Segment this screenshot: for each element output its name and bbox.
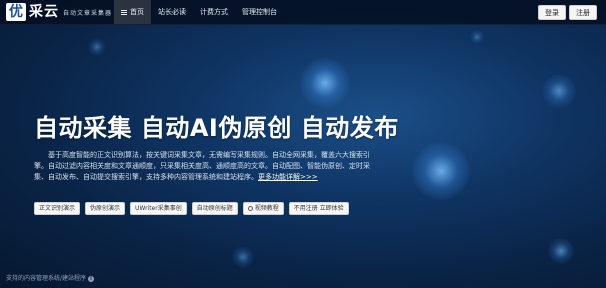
bokeh-light — [300, 58, 350, 108]
nav-item-must-read[interactable]: 站长必读 — [151, 0, 193, 24]
tag-video-tutorial[interactable]: 视频教程 — [242, 202, 284, 215]
login-button[interactable]: 登录 — [538, 5, 566, 20]
more-features-link[interactable]: 更多功能详解>>> — [258, 173, 318, 181]
bokeh-light — [542, 74, 576, 108]
tag-label: 视频教程 — [254, 205, 279, 212]
tag-try-now[interactable]: 不用注册 立即体验 — [288, 202, 349, 215]
bokeh-light — [412, 142, 470, 200]
register-button[interactable]: 注册 — [569, 5, 597, 20]
logo-badge: 优 — [6, 3, 26, 21]
supported-cms-label: 支持的内容管理系统/建站程序 — [6, 275, 87, 282]
hero-description: 基于高度智能的正文识别算法，按关键词采集文章，无需编写采集规则。自动全网采集，覆… — [34, 150, 370, 183]
nav-item-label: 计费方式 — [200, 8, 228, 16]
nav-item-label: 首页 — [130, 8, 144, 16]
site-slogan: 自动文章采集器 — [63, 10, 113, 17]
site-logo[interactable]: 优 采云 — [6, 3, 59, 21]
logo-name: 采云 — [29, 4, 59, 20]
tag-uwriter[interactable]: UWriter采集事创 — [130, 202, 187, 215]
play-circle-icon — [247, 206, 253, 211]
hero-headline: 自动采集 自动AI伪原创 自动发布 — [34, 114, 399, 142]
bokeh-light — [88, 38, 106, 56]
nav-item-label: 管理控制台 — [242, 8, 277, 16]
nav-item-home[interactable]: 首页 — [114, 0, 151, 24]
bokeh-light — [548, 238, 574, 264]
menu-icon — [121, 9, 127, 15]
hero-description-text: 基于高度智能的正文识别算法，按关键词采集文章，无需编写采集规则。自动全网采集，覆… — [34, 151, 370, 181]
nav-item-label: 站长必读 — [158, 8, 186, 16]
nav-item-console[interactable]: 管理控制台 — [235, 0, 284, 24]
nav-item-pricing[interactable]: 计费方式 — [193, 0, 235, 24]
tag-pseudo-original-demo[interactable]: 伪原创演示 — [85, 202, 126, 215]
demo-tags: 正文识别演示 伪原创演示 UWriter采集事创 自动原创标题 视频教程 不用注… — [34, 202, 354, 215]
page: 优 采云 自动文章采集器 首页 站长必读 计费方式 管理控制台 登录 注册 自动… — [0, 0, 606, 288]
bokeh-light — [470, 30, 484, 44]
bokeh-light — [232, 246, 254, 268]
tag-auto-title[interactable]: 自动原创标题 — [191, 202, 238, 215]
main-nav: 首页 站长必读 计费方式 管理控制台 — [114, 0, 284, 24]
info-icon: i — [88, 276, 95, 282]
tag-text-recognition-demo[interactable]: 正文识别演示 — [34, 202, 81, 215]
top-navbar: 优 采云 自动文章采集器 首页 站长必读 计费方式 管理控制台 登录 注册 — [0, 0, 606, 25]
supported-cms-note[interactable]: 支持的内容管理系统/建站程序 i — [6, 273, 95, 282]
